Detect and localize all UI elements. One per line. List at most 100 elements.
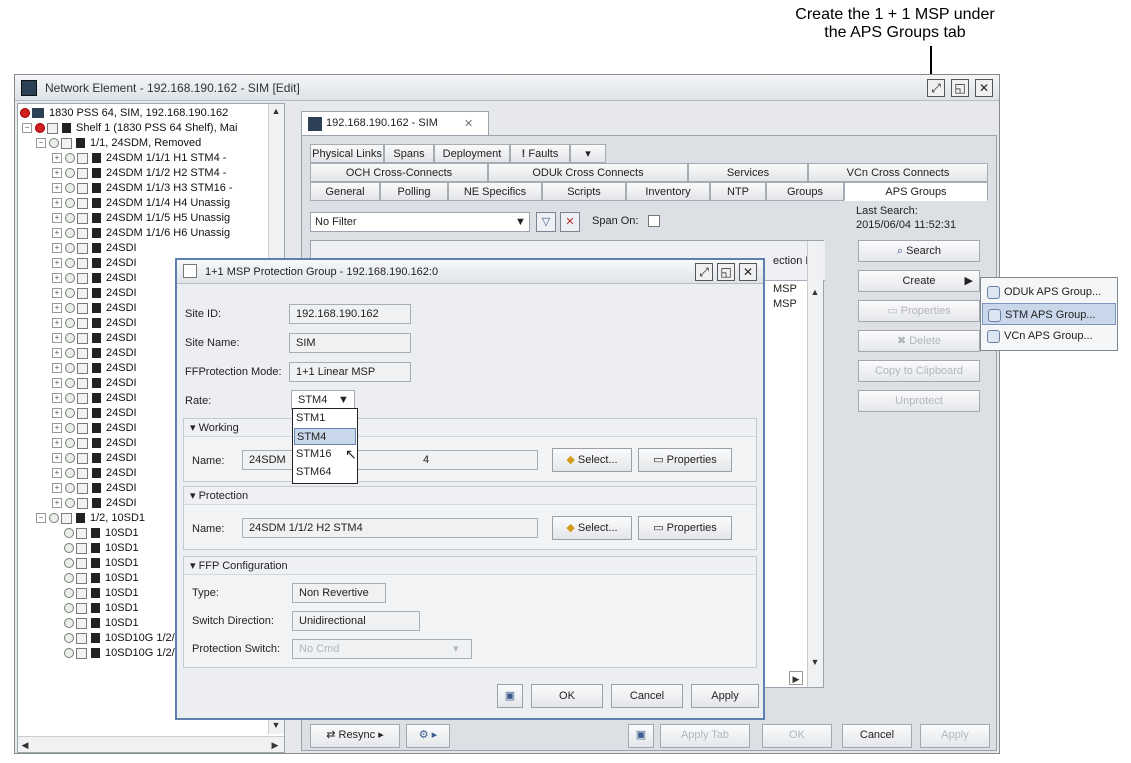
copy-to-clipboard-button[interactable]: Copy to Clipboard bbox=[858, 360, 980, 382]
tab-och-cross-connects[interactable]: OCH Cross-Connects bbox=[310, 163, 488, 182]
tab-physical-links[interactable]: Physical Links bbox=[310, 144, 384, 163]
working-properties-button[interactable]: ▭ Properties bbox=[638, 448, 732, 472]
properties-button[interactable]: ▭ Properties bbox=[858, 300, 980, 322]
tree-node-port[interactable]: +24SDI bbox=[52, 436, 137, 451]
create-button[interactable]: Create ▶ bbox=[858, 270, 980, 292]
working-select-button[interactable]: ◆ Select... bbox=[552, 448, 632, 472]
close-icon[interactable]: ✕ bbox=[975, 79, 993, 97]
expand-icon[interactable]: + bbox=[52, 378, 62, 389]
tab-scripts[interactable]: Scripts bbox=[542, 182, 626, 201]
dialog-cancel-button[interactable]: Cancel bbox=[611, 684, 683, 708]
expand-icon[interactable]: + bbox=[52, 258, 62, 269]
expand-icon[interactable]: + bbox=[52, 288, 62, 299]
tab-polling[interactable]: Polling bbox=[380, 182, 448, 201]
tab-overflow[interactable]: ▾ bbox=[570, 144, 606, 163]
expand-icon[interactable]: + bbox=[52, 198, 62, 209]
rate-option[interactable]: STM1 bbox=[294, 410, 356, 427]
tree-node-port[interactable]: +24SDI bbox=[52, 286, 137, 301]
close-icon[interactable]: ✕ bbox=[739, 263, 757, 281]
tree-node-ne[interactable]: 1830 PSS 64, SIM, 192.168.190.162 bbox=[20, 106, 228, 121]
tree-node-slot[interactable]: − 1/2, 10SD1 bbox=[36, 511, 145, 526]
menu-item-stm-aps-group[interactable]: STM APS Group... bbox=[982, 303, 1116, 325]
tree-node-port[interactable]: +24SDI bbox=[52, 406, 137, 421]
tree-node-port[interactable]: +24SDI bbox=[52, 256, 137, 271]
expand-icon[interactable]: + bbox=[52, 363, 62, 374]
tree-node-port[interactable]: +24SDM 1/1/4 H4 Unassig bbox=[52, 196, 230, 211]
tab-spans[interactable]: Spans bbox=[384, 144, 434, 163]
tree-node-port[interactable]: +24SDI bbox=[52, 451, 137, 466]
tree-node-port[interactable]: +24SDI bbox=[52, 421, 137, 436]
maximize-icon[interactable]: ◱ bbox=[951, 79, 969, 97]
tab-ne-specifics[interactable]: NE Specifics bbox=[448, 182, 542, 201]
tree-node-port[interactable]: 10SD1 bbox=[64, 556, 139, 571]
expand-icon[interactable]: + bbox=[52, 318, 62, 329]
dialog-ok-button[interactable]: OK bbox=[531, 684, 603, 708]
resync-button[interactable]: ⇄ Resync ▸ bbox=[310, 724, 400, 748]
maximize-icon[interactable]: ◱ bbox=[717, 263, 735, 281]
scroll-right-icon[interactable]: ▶ bbox=[789, 671, 803, 685]
protection-select-button[interactable]: ◆ Select... bbox=[552, 516, 632, 540]
collapse-icon[interactable]: − bbox=[36, 513, 46, 524]
tree-horizontal-scrollbar[interactable]: ◀ ▶ bbox=[18, 736, 284, 752]
tree-node-shelf[interactable]: − Shelf 1 (1830 PSS 64 Shelf), Mai bbox=[22, 121, 237, 136]
tree-node-port[interactable]: +24SDM 1/1/5 H5 Unassig bbox=[52, 211, 230, 226]
tree-node-port[interactable]: +24SDI bbox=[52, 301, 137, 316]
expand-icon[interactable]: + bbox=[52, 423, 62, 434]
tree-node-port[interactable]: +24SDI bbox=[52, 376, 137, 391]
span-on-checkbox[interactable] bbox=[648, 215, 660, 227]
tree-node-port[interactable]: 10SD1 bbox=[64, 526, 139, 541]
expand-icon[interactable]: + bbox=[52, 438, 62, 449]
expand-icon[interactable]: + bbox=[52, 408, 62, 419]
tree-node-port[interactable]: +24SDI bbox=[52, 466, 137, 481]
collapse-icon[interactable]: − bbox=[36, 138, 46, 149]
tree-node-port[interactable]: 10SD1 bbox=[64, 571, 139, 586]
expand-icon[interactable]: + bbox=[52, 228, 62, 239]
expand-icon[interactable]: + bbox=[52, 153, 62, 164]
restore-icon[interactable]: ⤢ bbox=[927, 79, 945, 97]
tab-groups[interactable]: Groups bbox=[766, 182, 844, 201]
rate-option[interactable]: STM64 bbox=[294, 464, 356, 481]
protection-properties-button[interactable]: ▭ Properties bbox=[638, 516, 732, 540]
tab-vcn-cross-connects[interactable]: VCn Cross Connects bbox=[808, 163, 988, 182]
tree-node-port[interactable]: +24SDM 1/1/3 H3 STM16 - bbox=[52, 181, 233, 196]
expand-icon[interactable]: + bbox=[52, 393, 62, 404]
tree-node-port[interactable]: 10SD1 bbox=[64, 616, 139, 631]
expand-icon[interactable]: + bbox=[52, 468, 62, 479]
delete-button[interactable]: ✖ Delete bbox=[858, 330, 980, 352]
working-section-header[interactable]: ▾ Working bbox=[184, 419, 756, 437]
tab-oduk-cross-connects[interactable]: ODUk Cross Connects bbox=[488, 163, 688, 182]
tree-node-port[interactable]: +24SDI bbox=[52, 391, 137, 406]
expand-icon[interactable]: + bbox=[52, 348, 62, 359]
tab-deployment[interactable]: Deployment bbox=[434, 144, 510, 163]
scroll-down-icon[interactable]: ▼ bbox=[269, 718, 283, 732]
tree-node-port[interactable]: 10SD1 bbox=[64, 586, 139, 601]
expand-icon[interactable]: + bbox=[52, 168, 62, 179]
expand-icon[interactable]: + bbox=[52, 243, 62, 254]
restore-icon[interactable]: ⤢ bbox=[695, 263, 713, 281]
tree-node-port[interactable]: 10SD1 bbox=[64, 541, 139, 556]
scroll-right-icon[interactable]: ▶ bbox=[268, 738, 282, 752]
expand-icon[interactable]: + bbox=[52, 483, 62, 494]
tree-node-port[interactable]: +24SDM 1/1/1 H1 STM4 - bbox=[52, 151, 226, 166]
scroll-left-icon[interactable]: ◀ bbox=[18, 738, 32, 752]
dialog-apply-button[interactable]: Apply bbox=[691, 684, 759, 708]
table-cell[interactable]: MSP bbox=[773, 298, 797, 310]
collapse-icon[interactable]: − bbox=[22, 123, 32, 134]
tree-node-port[interactable]: +24SDI bbox=[52, 271, 137, 286]
tree-node-port[interactable]: +24SDI bbox=[52, 331, 137, 346]
ok-button[interactable]: OK bbox=[762, 724, 832, 748]
save-icon[interactable]: ▣ bbox=[497, 684, 523, 708]
scroll-up-icon[interactable]: ▲ bbox=[269, 104, 283, 118]
tab-general[interactable]: General bbox=[310, 182, 380, 201]
close-tab-icon[interactable]: ✕ bbox=[464, 117, 473, 130]
apply-button[interactable]: Apply bbox=[920, 724, 990, 748]
tree-node-port[interactable]: +24SDI bbox=[52, 496, 137, 511]
tab-ntp[interactable]: NTP bbox=[710, 182, 766, 201]
tree-node-port[interactable]: +24SDM 1/1/2 H2 STM4 - bbox=[52, 166, 226, 181]
expand-icon[interactable]: + bbox=[52, 213, 62, 224]
tab-inventory[interactable]: Inventory bbox=[626, 182, 710, 201]
ffp-section-header[interactable]: ▾ FFP Configuration bbox=[184, 557, 756, 575]
ne-document-tab[interactable]: 192.168.190.162 - SIM ✕ bbox=[301, 111, 489, 135]
expand-icon[interactable]: + bbox=[52, 498, 62, 509]
tree-node-port[interactable]: +24SDI bbox=[52, 316, 137, 331]
